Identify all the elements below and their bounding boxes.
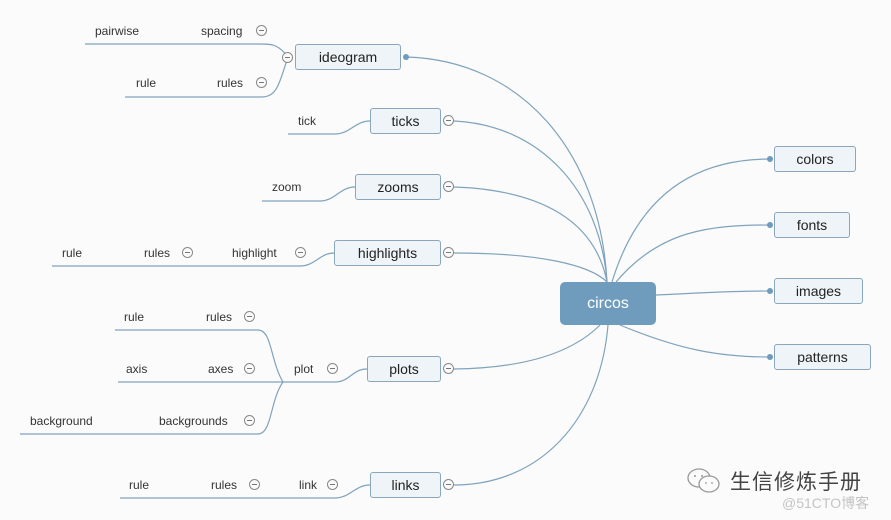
mindmap-canvas: circos ideogram ticks zooms highlights p… [0,0,891,520]
collapse-icon[interactable] [249,479,260,490]
leaf-rule[interactable]: rule [136,76,156,90]
node-images[interactable]: images [774,278,863,304]
connector-dot [767,156,773,162]
node-links[interactable]: links [370,472,441,498]
collapse-icon[interactable] [182,247,193,258]
node-label: images [795,283,842,299]
collapse-icon[interactable] [295,247,306,258]
collapse-icon[interactable] [256,77,267,88]
collapse-icon[interactable] [244,415,255,426]
leaf-link[interactable]: link [299,478,317,492]
leaf-rule[interactable]: rule [62,246,82,260]
leaf-tick[interactable]: tick [298,114,316,128]
node-label: patterns [797,349,848,365]
collapse-icon[interactable] [443,247,454,258]
node-fonts[interactable]: fonts [774,212,850,238]
collapse-icon[interactable] [244,311,255,322]
node-label: ideogram [318,49,378,65]
connector-root-highlights [453,252,608,283]
connector-dot [767,288,773,294]
node-label: fonts [796,217,828,233]
leaf-rule[interactable]: rule [129,478,149,492]
node-label: plots [389,361,419,377]
leaf-pairwise[interactable]: pairwise [95,24,139,38]
collapse-icon[interactable] [282,52,293,63]
node-ticks[interactable]: ticks [370,108,441,134]
node-label: ticks [391,113,420,129]
watermark: 生信修炼手册 [686,466,862,496]
leaf-axis[interactable]: axis [126,362,147,376]
leaf-rules[interactable]: rules [144,246,170,260]
leaf-axes[interactable]: axes [208,362,233,376]
wechat-icon [687,468,720,493]
node-colors[interactable]: colors [774,146,856,172]
connector-dot [403,54,409,60]
node-ideogram[interactable]: ideogram [295,44,401,70]
collapse-icon[interactable] [327,363,338,374]
collapse-icon[interactable] [327,479,338,490]
node-patterns[interactable]: patterns [774,344,871,370]
leaf-zoom[interactable]: zoom [272,180,301,194]
leaf-rules[interactable]: rules [206,310,232,324]
watermark-title: 生信修炼手册 [730,471,862,494]
leaf-rules[interactable]: rules [217,76,243,90]
collapse-icon[interactable] [443,181,454,192]
collapse-icon[interactable] [443,479,454,490]
connector-root-images [655,290,771,296]
leaf-background[interactable]: background [30,414,93,428]
connector-highlights-chain [52,252,335,267]
connector-root-patterns [619,324,771,358]
collapse-icon[interactable] [244,363,255,374]
connector-ideogram-spacing [85,43,289,58]
connector-root-fonts [615,224,771,283]
leaf-rule[interactable]: rule [124,310,144,324]
connector-dot [767,222,773,228]
leaf-highlight[interactable]: highlight [232,246,277,260]
collapse-icon[interactable] [443,115,454,126]
collapse-icon[interactable] [443,363,454,374]
connector-root-plots [453,324,601,370]
root-node-circos[interactable]: circos [560,282,656,325]
node-label: zooms [377,179,419,195]
node-highlights[interactable]: highlights [334,240,441,266]
connector-dot [767,354,773,360]
leaf-backgrounds[interactable]: backgrounds [159,414,228,428]
connector-root-links [453,324,609,486]
connector-lines [20,43,771,499]
collapse-icon[interactable] [256,25,267,36]
leaf-spacing[interactable]: spacing [201,24,242,38]
node-plots[interactable]: plots [367,356,441,382]
watermark-subtitle: @51CTO博客 [782,495,870,511]
root-label: circos [587,294,629,312]
node-label: links [391,477,420,493]
connector-root-ticks [453,120,608,283]
leaf-plot[interactable]: plot [294,362,313,376]
node-label: highlights [357,245,418,261]
node-label: colors [796,151,834,167]
node-zooms[interactable]: zooms [355,174,441,200]
connector-root-colors [611,158,771,283]
leaf-rules[interactable]: rules [211,478,237,492]
